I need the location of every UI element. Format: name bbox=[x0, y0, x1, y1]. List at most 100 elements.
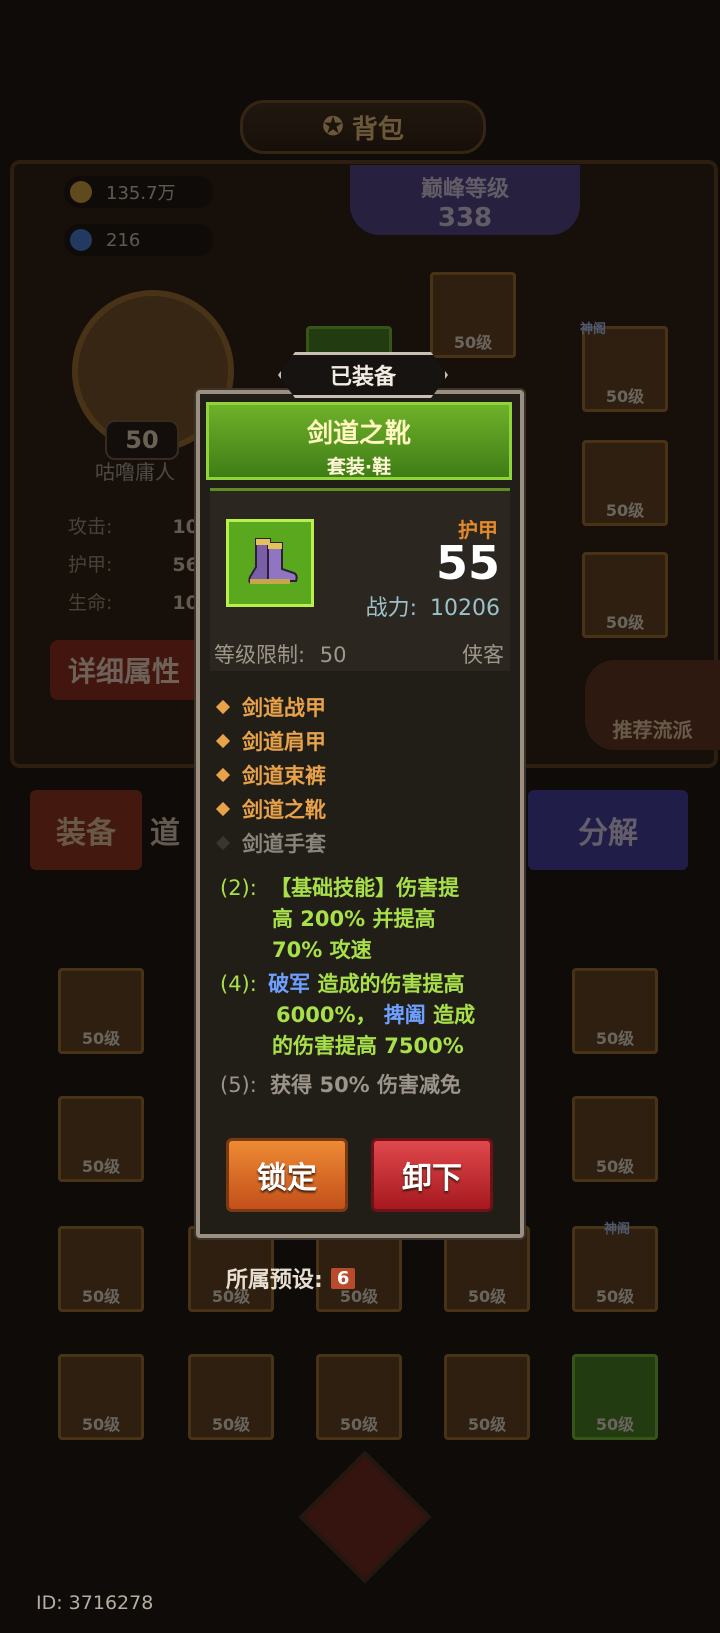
set-item-name: 剑道战甲 bbox=[242, 696, 326, 720]
character-name: 咕噜庸人 bbox=[95, 460, 175, 484]
set-bonus-4: (4): 破军 造成的伤害提高 6000%， 捭阖 造成 的伤害提高 7500% bbox=[220, 969, 500, 1062]
equip-slot[interactable]: 50级 bbox=[582, 552, 668, 638]
tab-items[interactable]: 道 bbox=[150, 790, 200, 870]
slot-level: 50级 bbox=[595, 1415, 635, 1434]
preset-badge[interactable]: 6 bbox=[330, 1267, 356, 1289]
level-limit-value: 50 bbox=[319, 643, 347, 667]
inventory-slot[interactable]: 50级 bbox=[58, 1354, 144, 1440]
peak-level-badge[interactable]: 巅峰等级 338 bbox=[350, 165, 580, 235]
stat-label: 护甲: bbox=[68, 554, 113, 576]
slot-level: 50级 bbox=[211, 1415, 251, 1434]
gold-counter: 135.7万 bbox=[64, 176, 214, 208]
slot-level: 50级 bbox=[595, 1029, 635, 1048]
slot-level: 50级 bbox=[467, 1287, 507, 1306]
page-title-banner: ✪ 背包 bbox=[240, 100, 486, 154]
item-name-plate: 剑道之靴 套装·鞋 bbox=[206, 402, 512, 480]
diamond-bullet-icon bbox=[215, 767, 231, 783]
set-bonus-5: (5): 获得 50% 伤害减免 bbox=[220, 1070, 500, 1101]
item-class: 侠客 bbox=[462, 643, 504, 667]
bonus-key: (5): bbox=[220, 1073, 257, 1097]
equip-slot[interactable]: 50级 bbox=[582, 326, 668, 412]
set-item-name: 剑道肩甲 bbox=[242, 730, 326, 754]
detail-attributes-button[interactable]: 详细属性 bbox=[50, 640, 220, 700]
slot-tag: 神阁 bbox=[580, 322, 607, 337]
inventory-slot[interactable]: 50级 bbox=[58, 968, 144, 1054]
gem-counter: 216 bbox=[64, 224, 214, 256]
stat-armor: 护甲: 56 bbox=[68, 550, 199, 577]
set-bonus-2: (2): 【基础技能】伤害提 高 200% 并提高 70% 攻速 bbox=[220, 873, 500, 966]
decompose-button[interactable]: 分解 bbox=[528, 790, 688, 870]
inventory-slot[interactable]: 50级 bbox=[572, 1096, 658, 1182]
item-type: 套装·鞋 bbox=[326, 456, 392, 478]
player-id: ID: 3716278 bbox=[36, 1592, 154, 1614]
inventory-slot[interactable]: 50级 bbox=[316, 1354, 402, 1440]
slot-level: 50级 bbox=[81, 1415, 121, 1434]
stat-value: 56 bbox=[172, 554, 199, 576]
equip-slot[interactable]: 50级 bbox=[582, 440, 668, 526]
peak-level-label: 巅峰等级 bbox=[420, 177, 509, 202]
set-item-missing: 剑道手套 bbox=[214, 826, 326, 860]
bonus-text: 6000%， bbox=[276, 1003, 377, 1027]
bonus-text: 70% 攻速 bbox=[272, 938, 372, 962]
gold-coin-icon bbox=[70, 181, 92, 203]
slot-level: 50级 bbox=[81, 1157, 121, 1176]
slot-level: 50级 bbox=[605, 501, 645, 520]
stat-label: 攻击: bbox=[68, 516, 113, 538]
inventory-slot[interactable]: 50级 bbox=[572, 1226, 658, 1312]
preset-label: 所属预设: bbox=[226, 1268, 323, 1293]
bonus-text: 高 200% 并提高 bbox=[272, 907, 436, 931]
slot-level: 50级 bbox=[605, 613, 645, 632]
bonus-key: (2): bbox=[220, 876, 257, 900]
preset-row: 所属预设: 6 bbox=[226, 1262, 356, 1294]
inventory-slot[interactable]: 50级 bbox=[572, 968, 658, 1054]
diamond-bullet-icon bbox=[215, 801, 231, 817]
stat-label: 生命: bbox=[68, 592, 113, 614]
character-level: 50 bbox=[105, 420, 179, 460]
slot-level: 50级 bbox=[605, 387, 645, 406]
diamond-bullet-icon bbox=[215, 733, 231, 749]
diamond-bullet-icon bbox=[215, 835, 231, 851]
unequip-button[interactable]: 卸下 bbox=[371, 1138, 493, 1212]
inventory-slot[interactable]: 50级 bbox=[444, 1354, 530, 1440]
diamond-bullet-icon bbox=[215, 699, 231, 715]
recommend-build-button[interactable]: 推荐流派 bbox=[585, 660, 720, 750]
inventory-slot[interactable]: 50级 bbox=[572, 1354, 658, 1440]
skill-name: 捭阖 bbox=[383, 1003, 426, 1027]
bonus-text: 的伤害提高 7500% bbox=[272, 1034, 464, 1058]
slot-level: 50级 bbox=[81, 1287, 121, 1306]
gem-value: 216 bbox=[106, 229, 141, 251]
inventory-slot[interactable]: 50级 bbox=[58, 1226, 144, 1312]
close-emblem-icon[interactable] bbox=[298, 1450, 432, 1584]
level-limit-row: 等级限制: 50 侠客 bbox=[214, 639, 504, 669]
set-item-name: 剑道之靴 bbox=[242, 798, 326, 822]
lock-button[interactable]: 锁定 bbox=[226, 1138, 348, 1212]
gem-icon bbox=[70, 229, 92, 251]
bag-icon: ✪ bbox=[322, 112, 344, 142]
inventory-slot[interactable]: 50级 bbox=[188, 1354, 274, 1440]
slot-level: 50级 bbox=[453, 333, 493, 352]
inventory-slot[interactable]: 50级 bbox=[58, 1096, 144, 1182]
level-limit-label: 等级限制: bbox=[214, 643, 306, 667]
slot-level: 50级 bbox=[595, 1287, 635, 1306]
set-item-owned: 剑道战甲 bbox=[214, 690, 326, 724]
tab-equipment[interactable]: 装备 bbox=[30, 790, 142, 870]
armor-value: 55 bbox=[435, 536, 500, 590]
inventory-slot[interactable]: 50级 bbox=[444, 1226, 530, 1312]
bonus-text: 【基础技能】伤害提 bbox=[270, 876, 460, 900]
page-title: 背包 bbox=[351, 114, 404, 145]
slot-level: 50级 bbox=[595, 1157, 635, 1176]
set-item-owned: 剑道束裤 bbox=[214, 758, 326, 792]
equip-slot[interactable]: 50级 bbox=[430, 272, 516, 358]
set-item-owned: 剑道肩甲 bbox=[214, 724, 326, 758]
slot-tag: 神阁 bbox=[604, 1222, 631, 1237]
bonus-text: 造成 bbox=[433, 1003, 476, 1027]
skill-name: 破军 bbox=[268, 972, 311, 996]
set-item-owned: 剑道之靴 bbox=[214, 792, 326, 826]
bonus-text: 造成的伤害提高 bbox=[317, 972, 465, 996]
bonus-key: (4): bbox=[220, 972, 257, 996]
set-item-name: 剑道束裤 bbox=[242, 764, 326, 788]
equipped-tag: 已装备 bbox=[278, 352, 448, 398]
set-item-list: 剑道战甲 剑道肩甲 剑道束裤 剑道之靴 剑道手套 bbox=[214, 690, 326, 860]
slot-level: 50级 bbox=[467, 1415, 507, 1434]
item-icon bbox=[226, 519, 314, 607]
